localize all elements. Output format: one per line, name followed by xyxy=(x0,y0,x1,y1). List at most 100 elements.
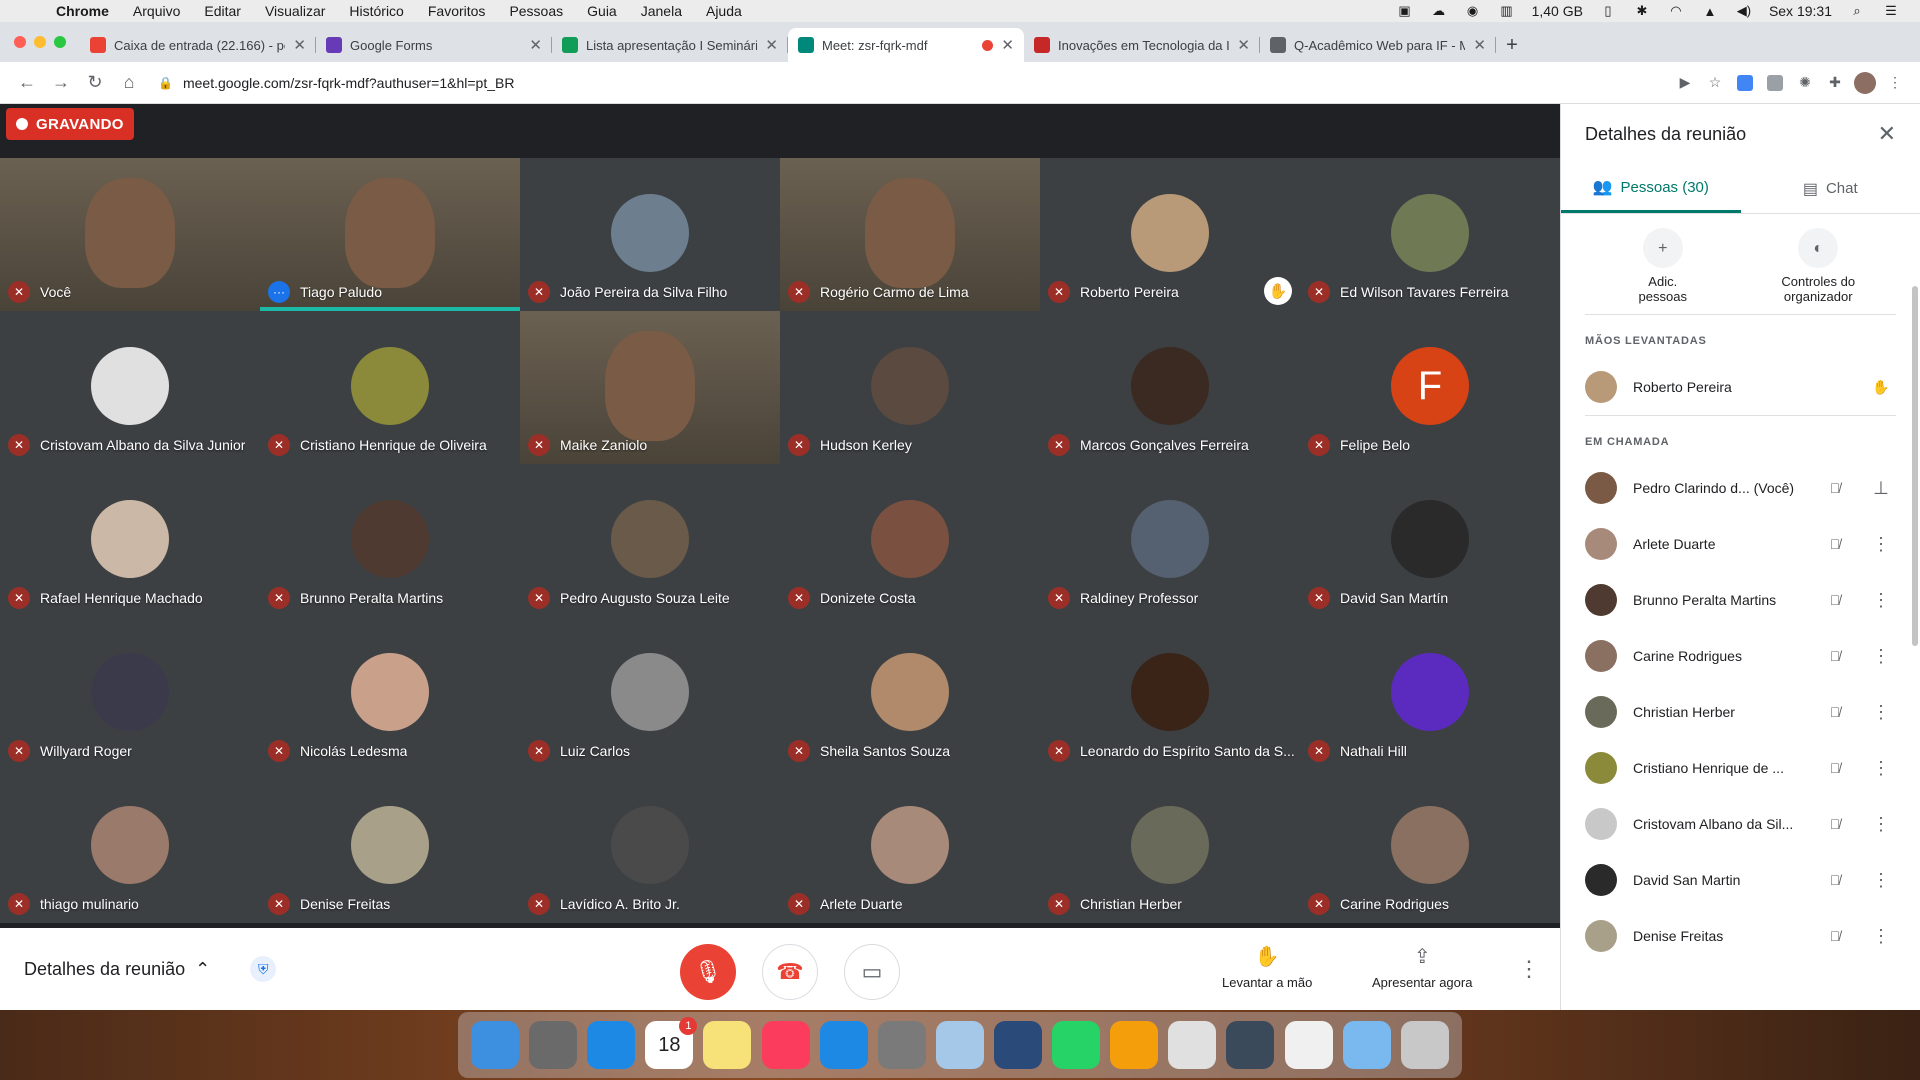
more-options-icon[interactable]: ⋮ xyxy=(1866,534,1896,555)
mic-off-icon[interactable]: 🎙̸ xyxy=(1820,816,1850,832)
participant-tile[interactable]: ✕ Christian Herber xyxy=(1040,770,1300,923)
in-call-person[interactable]: David San Martin 🎙̸ ⋮ xyxy=(1561,852,1920,908)
lock-icon[interactable]: 🔒 xyxy=(158,76,173,90)
translate-extension-icon[interactable] xyxy=(1730,68,1760,98)
camera-status-icon[interactable]: ▣ xyxy=(1396,3,1414,18)
airplay-icon[interactable]: ▲ xyxy=(1701,4,1719,19)
menu-historico[interactable]: Histórico xyxy=(337,3,415,19)
participant-tile[interactable]: ✕ Willyard Roger xyxy=(0,617,260,770)
participant-tile[interactable]: ✕ Maike Zaniolo xyxy=(520,311,780,464)
participant-tile[interactable]: ✕ Hudson Kerley xyxy=(780,311,1040,464)
in-call-person[interactable]: Christian Herber 🎙̸ ⋮ xyxy=(1561,684,1920,740)
quicktime-icon[interactable] xyxy=(1226,1021,1275,1069)
camera-toggle-button[interactable]: ▭ xyxy=(844,944,900,1000)
close-window-button[interactable] xyxy=(14,36,26,48)
minimize-window-button[interactable] xyxy=(34,36,46,48)
close-icon[interactable]: ✕ xyxy=(1878,121,1896,147)
menu-visualizar[interactable]: Visualizar xyxy=(253,3,337,19)
trash-icon[interactable] xyxy=(1400,1021,1449,1069)
in-call-person[interactable]: Pedro Clarindo d... (Você) 🎙̸ ⊥ xyxy=(1561,460,1920,516)
mic-off-icon[interactable]: 🎙̸ xyxy=(1820,928,1850,944)
notes-icon[interactable] xyxy=(703,1021,752,1069)
participant-tile[interactable]: ✕ Leonardo do Espírito Santo da S... xyxy=(1040,617,1300,770)
extensions-puzzle-icon[interactable]: ✚ xyxy=(1820,68,1850,98)
tab-people[interactable]: 👥 Pessoas (30) xyxy=(1561,164,1741,213)
close-tab-icon[interactable]: ✕ xyxy=(1473,36,1486,54)
whatsapp-icon[interactable] xyxy=(1052,1021,1101,1069)
participant-tile[interactable]: ✕ Lavídico A. Brito Jr. xyxy=(520,770,780,923)
spotlight-icon[interactable]: ⌕ xyxy=(1848,3,1866,18)
more-options-icon[interactable]: ⋮ xyxy=(1866,758,1896,779)
in-call-person[interactable]: Carine Rodrigues 🎙̸ ⋮ xyxy=(1561,628,1920,684)
back-arrow-icon[interactable]: ← xyxy=(10,66,44,100)
mic-off-icon[interactable]: 🎙̸ xyxy=(1820,536,1850,552)
menu-app-chrome[interactable]: Chrome xyxy=(44,3,121,19)
in-call-person[interactable]: Brunno Peralta Martins 🎙̸ ⋮ xyxy=(1561,572,1920,628)
browser-tab[interactable]: Meet: zsr-fqrk-mdf ✕ xyxy=(788,28,1024,62)
participant-tile[interactable]: ✕ Você xyxy=(0,158,260,311)
menu-janela[interactable]: Janela xyxy=(629,3,694,19)
system-prefs-icon[interactable] xyxy=(877,1021,926,1069)
participant-tile[interactable]: ✕ Roberto Pereira ✋ xyxy=(1040,158,1300,311)
browser-tab[interactable]: Q-Acadêmico Web para IF - M ✕ xyxy=(1260,28,1496,62)
participant-tile[interactable]: ✕ Nicolás Ledesma xyxy=(260,617,520,770)
url-text[interactable]: meet.google.com/zsr-fqrk-mdf?authuser=1&… xyxy=(183,75,515,91)
raised-hand-person[interactable]: Roberto Pereira ✋ xyxy=(1561,359,1920,415)
screen-record-icon[interactable]: ◉ xyxy=(1464,3,1482,18)
participant-tile[interactable]: ✕ Nathali Hill xyxy=(1300,617,1560,770)
address-bar[interactable]: 🔒 meet.google.com/zsr-fqrk-mdf?authuser=… xyxy=(146,68,1670,98)
participant-tile[interactable]: ✕ Carine Rodrigues xyxy=(1300,770,1560,923)
browser-tab[interactable]: Inovações em Tecnologia da In ✕ xyxy=(1024,28,1260,62)
menu-pessoas[interactable]: Pessoas xyxy=(497,3,575,19)
tab-chat[interactable]: ▤ Chat xyxy=(1741,164,1920,213)
more-options-icon[interactable]: ⋮ xyxy=(1866,646,1896,667)
notification-center-icon[interactable]: ☰ xyxy=(1882,3,1900,18)
wifi-icon[interactable]: ◠ xyxy=(1667,3,1685,18)
mic-off-icon[interactable]: 🎙̸ xyxy=(1820,480,1850,496)
in-call-person[interactable]: Arlete Duarte 🎙̸ ⋮ xyxy=(1561,516,1920,572)
more-options-icon[interactable]: ⋮ xyxy=(1518,956,1540,982)
participant-tile[interactable]: ✕ Cristovam Albano da Silva Junior xyxy=(0,311,260,464)
mic-off-icon[interactable]: 🎙̸ xyxy=(1820,648,1850,664)
participant-tile[interactable]: ✕ Donizete Costa xyxy=(780,464,1040,617)
close-tab-icon[interactable]: ✕ xyxy=(293,36,306,54)
new-tab-button[interactable]: + xyxy=(1496,28,1528,62)
browser-tab[interactable]: Caixa de entrada (22.166) - pe ✕ xyxy=(80,28,316,62)
menu-guia[interactable]: Guia xyxy=(575,3,629,19)
mic-off-icon[interactable]: 🎙̸ xyxy=(1820,704,1850,720)
participant-tile[interactable]: ✕ Rogério Carmo de Lima xyxy=(780,158,1040,311)
end-call-button[interactable]: ☎ xyxy=(762,944,818,1000)
menu-ajuda[interactable]: Ajuda xyxy=(694,3,754,19)
add-people-button[interactable]: + Adic. pessoas xyxy=(1585,228,1741,304)
microphone-off-button[interactable]: 🎙 xyxy=(680,944,736,1000)
chrome-icon[interactable] xyxy=(1168,1021,1217,1069)
memory-usage[interactable]: 1,40 GB xyxy=(1532,3,1583,19)
dbeaver-icon[interactable] xyxy=(994,1021,1043,1069)
close-tab-icon[interactable]: ✕ xyxy=(529,36,542,54)
menu-editar[interactable]: Editar xyxy=(192,3,253,19)
chrome-menu-icon[interactable]: ⋮ xyxy=(1880,68,1910,98)
mic-off-icon[interactable]: 🎙̸ xyxy=(1820,760,1850,776)
more-options-icon[interactable]: ⋮ xyxy=(1866,870,1896,891)
close-tab-icon[interactable]: ✕ xyxy=(765,36,778,54)
folder-icon[interactable] xyxy=(1342,1021,1391,1069)
volume-icon[interactable]: ◀) xyxy=(1735,3,1753,18)
pin-icon[interactable]: ⊥ xyxy=(1866,478,1896,499)
in-call-person[interactable]: Cristiano Henrique de ... 🎙̸ ⋮ xyxy=(1561,740,1920,796)
launchpad-icon[interactable] xyxy=(529,1021,578,1069)
finder-icon[interactable] xyxy=(471,1021,520,1069)
mic-off-icon[interactable]: 🎙̸ xyxy=(1820,872,1850,888)
panel-scrollbar[interactable] xyxy=(1912,286,1918,646)
close-tab-icon[interactable]: ✕ xyxy=(1001,36,1014,54)
host-controls-button[interactable]: ◐ Controles do organizador xyxy=(1741,228,1897,304)
participant-tile[interactable]: ✕ Ed Wilson Tavares Ferreira xyxy=(1300,158,1560,311)
participant-tile[interactable]: ··· Tiago Paludo xyxy=(260,158,520,311)
raised-hand-icon[interactable]: ✋ xyxy=(1866,379,1896,396)
more-options-icon[interactable]: ⋮ xyxy=(1866,926,1896,947)
extension-gear-icon[interactable]: ✺ xyxy=(1790,68,1820,98)
participant-tile[interactable]: ✕ João Pereira da Silva Filho xyxy=(520,158,780,311)
participant-tile[interactable]: ✕ thiago mulinario xyxy=(0,770,260,923)
participant-tile[interactable]: F ✕ Felipe Belo xyxy=(1300,311,1560,464)
more-options-icon[interactable]: ⋮ xyxy=(1866,814,1896,835)
box-icon[interactable] xyxy=(935,1021,984,1069)
